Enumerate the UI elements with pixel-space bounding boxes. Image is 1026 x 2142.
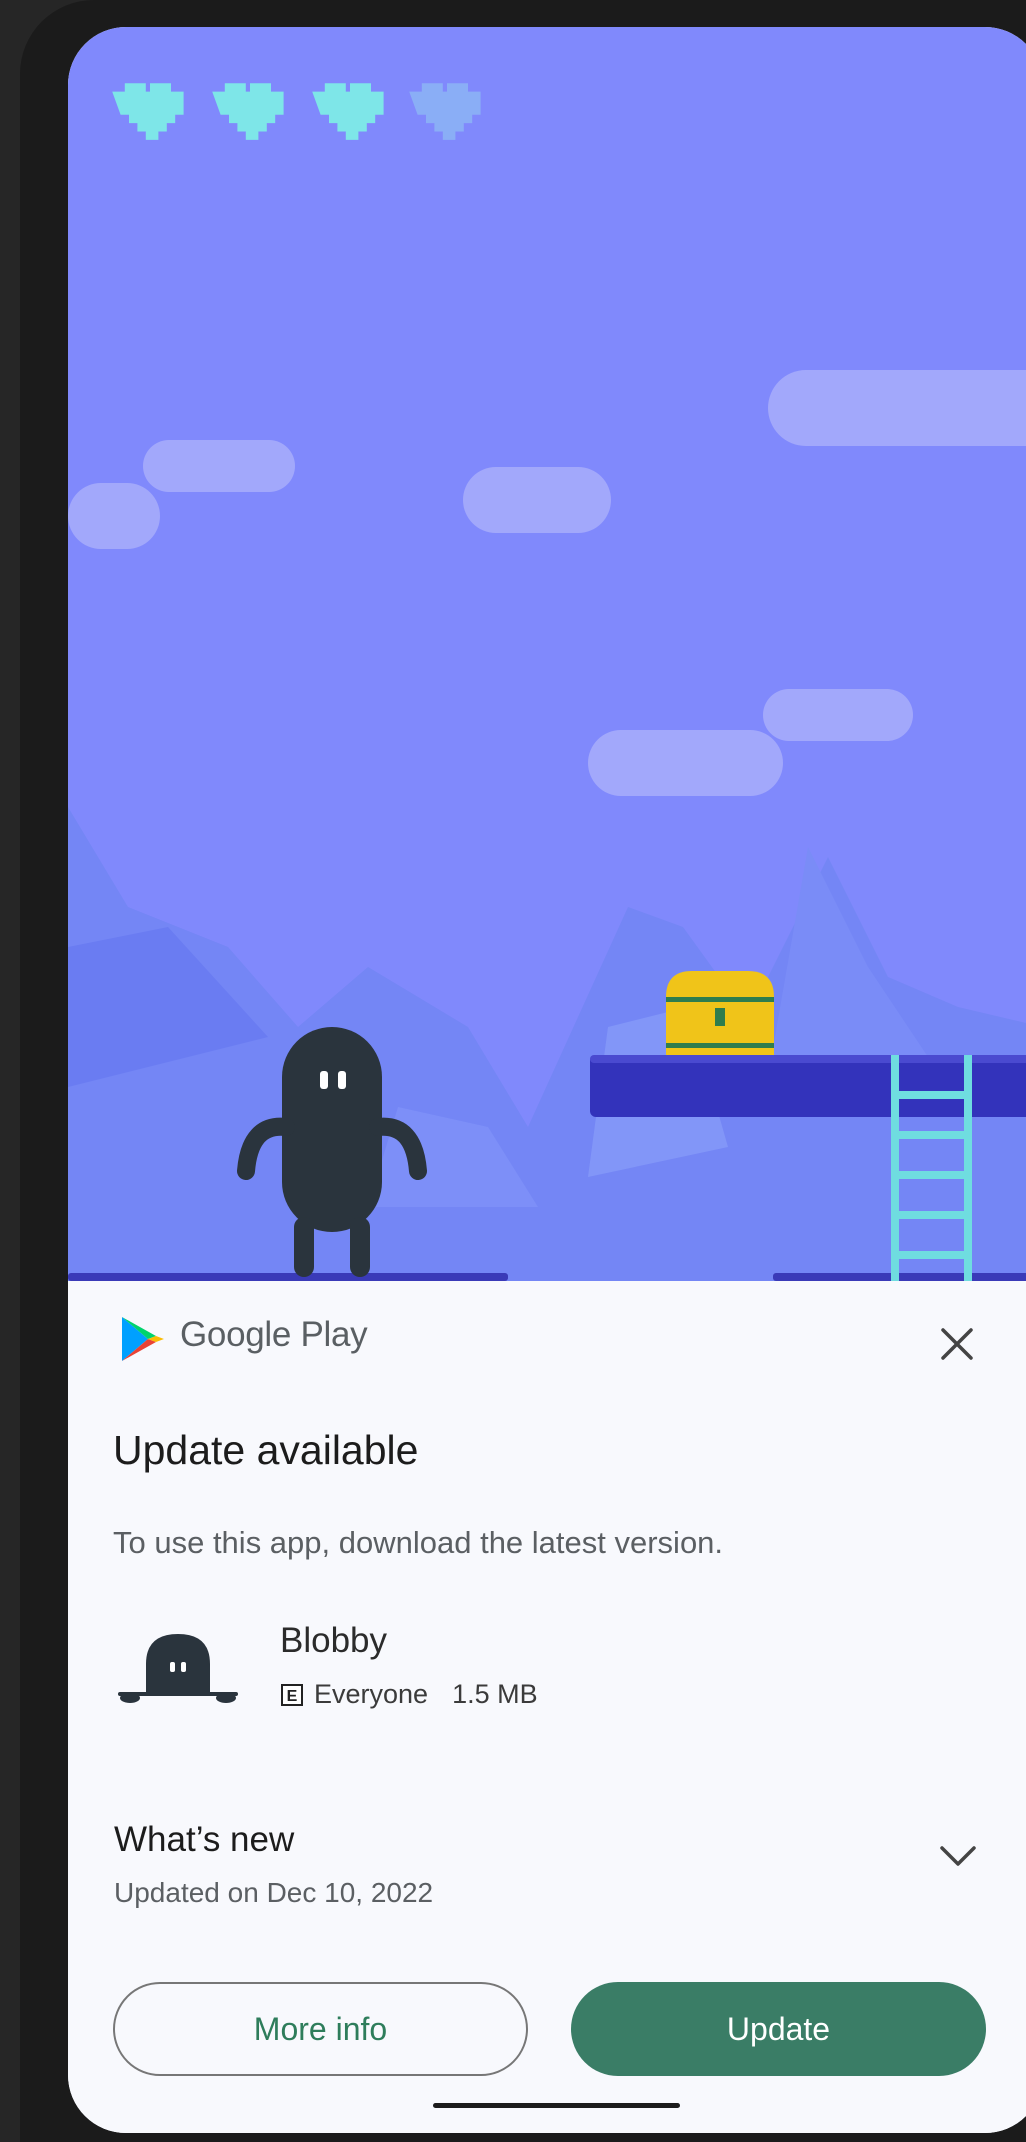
heart-icon (312, 83, 384, 140)
app-name: Blobby (280, 1621, 388, 1660)
home-indicator[interactable] (433, 2103, 680, 2108)
app-rating: Everyone (314, 1679, 429, 1709)
heart-icon (112, 83, 184, 140)
app-size: 1.5 MB (452, 1679, 538, 1709)
game-background (68, 83, 1026, 1281)
screen: Google Play Update available To use this… (68, 27, 1026, 2133)
platform (590, 1055, 1026, 1117)
whats-new-heading[interactable]: What’s new (114, 1820, 294, 1860)
device-frame: Google Play Update available To use this… (20, 0, 1026, 2142)
esrb-rating-icon: E (281, 1683, 303, 1706)
hearts (112, 83, 481, 140)
heart-icon (212, 83, 284, 140)
heart-empty-icon (409, 83, 481, 140)
chevron-down-icon[interactable] (938, 1843, 978, 1869)
treasure-chest-icon (666, 971, 774, 1055)
update-sheet: Google Play Update available To use this… (68, 1281, 1026, 2133)
app-icon (118, 1634, 238, 1703)
updated-date: Updated on Dec 10, 2022 (114, 1877, 434, 1908)
app-meta: E Everyone 1.5 MB (280, 1679, 538, 1710)
update-button[interactable]: Update (571, 1982, 986, 2076)
google-play-logo-icon (122, 1317, 164, 1361)
close-icon[interactable] (938, 1325, 976, 1363)
more-info-button[interactable]: More info (113, 1982, 528, 2076)
dialog-description: To use this app, download the latest ver… (113, 1525, 724, 1560)
cloud (68, 370, 1026, 796)
svg-text:E: E (287, 1688, 298, 1705)
store-name: Google Play (180, 1315, 368, 1354)
dialog-title: Update available (113, 1427, 419, 1473)
game-scene[interactable] (68, 27, 1026, 1281)
